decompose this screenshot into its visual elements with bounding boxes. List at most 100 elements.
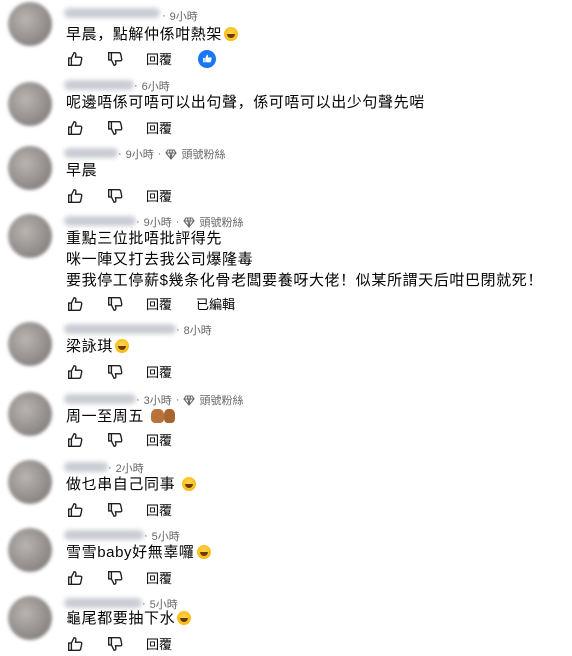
comment-line: 雪雪baby好無辜囉 (66, 544, 195, 561)
diamond-icon (183, 216, 196, 228)
reply-button[interactable]: 回覆 (146, 294, 172, 313)
avatar[interactable] (8, 214, 52, 258)
avatar[interactable] (8, 596, 52, 640)
commenter-name[interactable] (64, 216, 136, 226)
top-fan-badge[interactable]: 頭號粉絲 (181, 146, 225, 162)
commenter-name[interactable] (64, 598, 142, 608)
thumbs-down-icon[interactable] (106, 295, 124, 313)
meta-dot: · (108, 462, 112, 474)
avatar[interactable] (8, 392, 52, 436)
meta-dot: · (134, 80, 138, 92)
comment-time[interactable]: 8小時 (184, 322, 212, 338)
meta-dot: · (176, 324, 180, 336)
comment-actions: 回覆 (66, 118, 196, 137)
diamond-icon (165, 148, 178, 160)
avatar[interactable] (8, 460, 52, 504)
thumbs-up-icon[interactable] (66, 295, 84, 313)
comment-text: 周一至周五 (66, 406, 175, 427)
thumbs-down-icon[interactable] (106, 501, 124, 519)
reply-button[interactable]: 回覆 (146, 634, 172, 653)
reply-button[interactable]: 回覆 (146, 186, 172, 205)
avatar[interactable] (8, 146, 52, 190)
thumbs-up-icon[interactable] (66, 431, 84, 449)
comment-line: 重點三位批唔批評得先 (66, 230, 223, 247)
comment-text: 雪雪baby好無辜囉 (66, 542, 211, 563)
comment-line: 做乜串自己同事 (66, 476, 176, 493)
thumbs-down-icon[interactable] (106, 431, 124, 449)
thumbs-up-icon[interactable] (66, 50, 84, 68)
comment-text: 早晨 (66, 160, 97, 181)
meta-dot: · (136, 216, 140, 228)
thumbs-up-emoji (163, 409, 175, 423)
thumbs-down-icon[interactable] (106, 50, 124, 68)
reply-button[interactable]: 回覆 (146, 362, 172, 381)
meta-dot: · (175, 394, 180, 406)
commenter-name[interactable] (64, 462, 108, 472)
reply-button[interactable]: 回覆 (146, 430, 172, 449)
comment-text: 重點三位批唔批評得先 咪一陣又打去我公司爆隆毒 要我停工停薪$幾条化骨老闆要養呀… (66, 228, 543, 291)
thumbs-down-icon[interactable] (106, 119, 124, 137)
thumbs-up-icon[interactable] (66, 119, 84, 137)
comment-line: 呢邊唔係可唔可以出句聲，係可唔可以出少句聲先啱 (66, 94, 425, 111)
meta-dot: · (136, 394, 140, 406)
like-reaction-icon[interactable] (198, 49, 217, 68)
grinning-face-emoji (181, 477, 196, 491)
thumbs-down-icon[interactable] (106, 187, 124, 205)
grinning-face-emoji (177, 611, 192, 625)
commenter-name[interactable] (64, 148, 118, 158)
comment-actions: 回覆 (66, 430, 196, 449)
comment-actions: 回覆 (66, 634, 196, 653)
comment-text: 梁詠琪 (66, 336, 129, 357)
comment-line: 龜尾都要抽下水 (66, 610, 176, 627)
comment-actions: 回覆 (66, 500, 196, 519)
commenter-name[interactable] (64, 8, 160, 18)
top-fan-badge[interactable]: 頭號粉絲 (199, 392, 243, 408)
comment-actions: 回覆 (66, 362, 196, 381)
comment-actions: 回覆 已編輯 (66, 294, 235, 313)
diamond-icon (183, 394, 196, 406)
edited-label[interactable]: 已編輯 (196, 294, 235, 313)
commenter-name[interactable] (64, 394, 136, 404)
thumbs-up-icon[interactable] (66, 187, 84, 205)
thumbs-down-icon[interactable] (106, 569, 124, 587)
comment-line: 早晨 (66, 162, 98, 179)
reply-button[interactable]: 回覆 (146, 568, 172, 587)
comment-text: 龜尾都要抽下水 (66, 608, 192, 629)
meta-dot: · (157, 148, 162, 160)
comment-text: 做乜串自己同事 (66, 474, 196, 495)
comment-actions: 回覆 (66, 568, 196, 587)
thumbs-up-icon[interactable] (66, 569, 84, 587)
thumbs-down-icon[interactable] (106, 363, 124, 381)
comment-text: 呢邊唔係可唔可以出句聲，係可唔可以出少句聲先啱 (66, 92, 425, 113)
comment-meta: · 9小時 · 頭號粉絲 (118, 146, 225, 162)
grinning-face-emoji (196, 545, 211, 559)
comment-line: 咪一陣又打去我公司爆隆毒 (66, 251, 254, 268)
comment-line: 要我停工停薪$幾条化骨老闆要養呀大佬！似某所謂天后咁巴閉就死！ (66, 272, 543, 289)
thumbs-up-icon[interactable] (66, 635, 84, 653)
clapping-hands-emoji (150, 409, 164, 423)
thumbs-down-icon[interactable] (106, 635, 124, 653)
comment-meta: · 8小時 (176, 322, 212, 338)
commenter-name[interactable] (64, 530, 144, 540)
reply-button[interactable]: 回覆 (146, 49, 172, 68)
comment-actions: 回覆 (66, 49, 217, 68)
comment-time[interactable]: 9小時 (170, 8, 198, 24)
commenter-name[interactable] (64, 80, 134, 90)
comment-line: 梁詠琪 (66, 338, 113, 355)
avatar[interactable] (8, 2, 52, 46)
grinning-face-emoji (114, 339, 129, 353)
grinning-face-emoji (224, 27, 239, 41)
commenter-name[interactable] (64, 324, 176, 334)
avatar[interactable] (8, 82, 52, 126)
avatar[interactable] (8, 322, 52, 366)
thumbs-up-icon[interactable] (66, 501, 84, 519)
reply-button[interactable]: 回覆 (146, 500, 172, 519)
meta-dot: · (144, 530, 148, 542)
comment-meta: · 9小時 (162, 8, 198, 24)
avatar[interactable] (8, 528, 52, 572)
meta-dot: · (175, 216, 180, 228)
thumbs-up-icon[interactable] (66, 363, 84, 381)
comment-time[interactable]: 9小時 (126, 146, 154, 162)
reply-button[interactable]: 回覆 (146, 118, 172, 137)
meta-dot: · (118, 148, 122, 160)
